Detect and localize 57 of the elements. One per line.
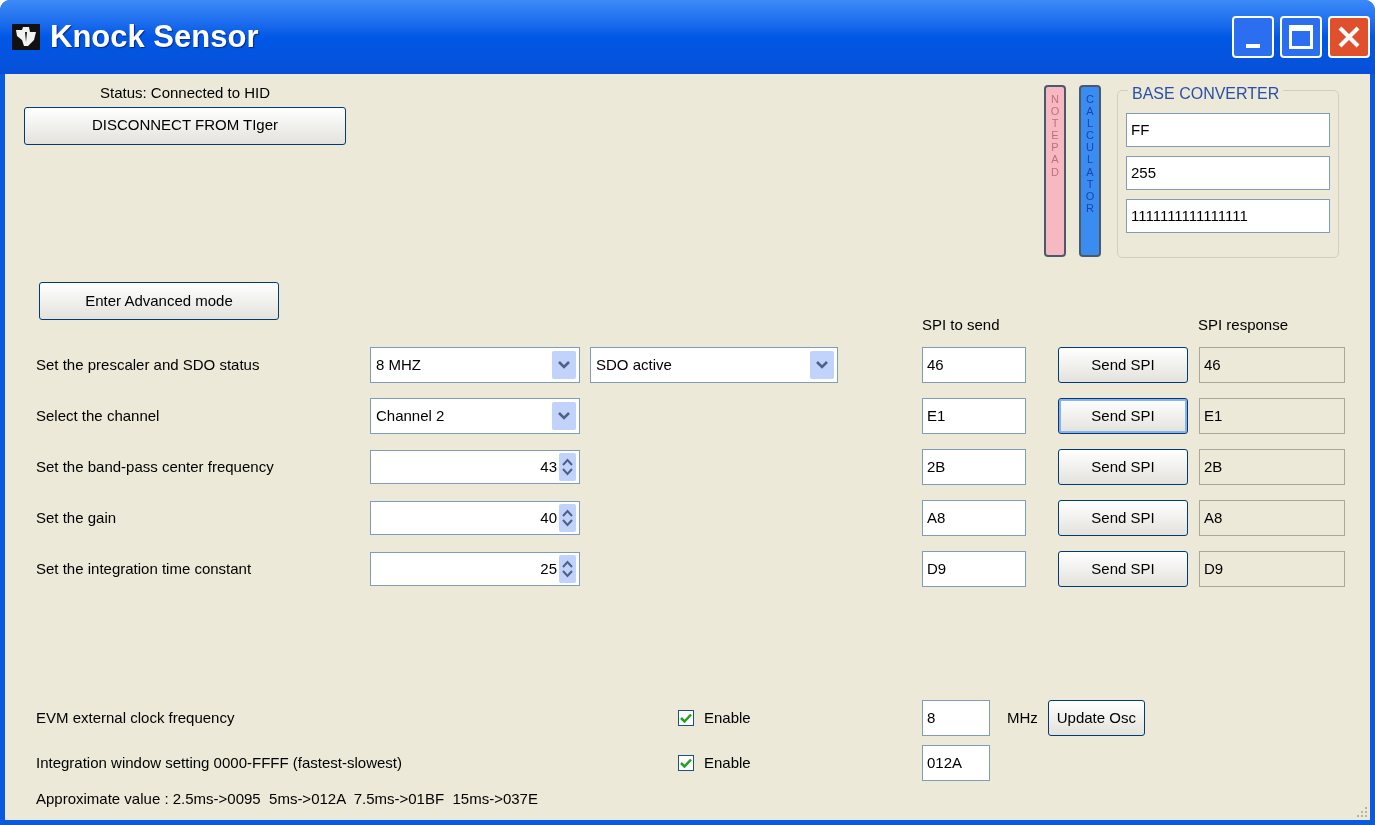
window-title: Knock Sensor — [50, 17, 259, 56]
checkbox-icon[interactable] — [678, 755, 694, 771]
row-label: Set the prescaler and SDO status — [36, 354, 261, 375]
text-field[interactable]: FF — [1126, 113, 1330, 147]
minimize-button[interactable] — [1232, 16, 1274, 58]
text-field[interactable]: 1111111111111111 — [1126, 199, 1330, 233]
row-label: Set the band-pass center frequency — [36, 456, 275, 477]
checkbox-icon[interactable] — [678, 710, 694, 726]
send-spi-button[interactable]: Send SPI — [1058, 449, 1188, 485]
disconnect-button[interactable]: DISCONNECT FROM TIger — [24, 106, 346, 145]
unit-label: MHz — [1007, 707, 1038, 728]
value-field[interactable]: 012A — [922, 745, 990, 781]
send-spi-button[interactable]: Send SPI — [1058, 398, 1188, 434]
spi-response-field: 46 — [1199, 347, 1345, 383]
hint-text: Approximate value : 2.5ms->0095 5ms->012A 7.5ms->01BF 15ms->037E — [36, 788, 539, 809]
app-logo-icon — [12, 24, 40, 50]
number-spinner[interactable]: 40 — [370, 501, 580, 535]
number-spinner[interactable]: 43 — [370, 450, 580, 484]
enable-checkbox[interactable]: Enable — [678, 751, 922, 775]
spi-response-field: A8 — [1199, 500, 1345, 536]
column-header: SPI response — [1198, 314, 1289, 335]
send-spi-button[interactable]: Send SPI — [1058, 551, 1188, 587]
row-label: Select the channel — [36, 405, 161, 426]
close-button[interactable] — [1328, 16, 1370, 58]
setting-label: EVM external clock frequency — [36, 707, 236, 728]
number-spinner[interactable]: 25 — [370, 552, 580, 586]
spi-send-field[interactable]: A8 — [922, 500, 1026, 536]
resize-grip-icon — [1356, 806, 1368, 818]
column-header: SPI to send — [922, 314, 1001, 335]
spi-send-field[interactable]: 2B — [922, 449, 1026, 485]
minimize-icon — [1246, 44, 1260, 48]
maximize-icon — [1289, 25, 1313, 49]
row-label: Set the gain — [36, 507, 118, 528]
spinner-arrows-icon[interactable] — [559, 555, 576, 583]
status-text: Status: Connected to HID — [99, 83, 271, 103]
setting-label: Integration window setting 0000-FFFF (fastest-slowest) — [36, 752, 403, 773]
text-field[interactable]: 255 — [1126, 156, 1330, 190]
advanced-mode-button[interactable]: Enter Advanced mode — [39, 282, 279, 320]
spi-send-field[interactable]: D9 — [922, 551, 1026, 587]
close-icon — [1337, 25, 1361, 49]
spi-response-field: E1 — [1199, 398, 1345, 434]
dropdown[interactable]: 8 MHZ — [370, 347, 580, 383]
spi-response-field: D9 — [1199, 551, 1345, 587]
spi-send-field[interactable]: E1 — [922, 398, 1026, 434]
value-field[interactable]: 8 — [922, 700, 990, 736]
send-spi-button[interactable]: Send SPI — [1058, 347, 1188, 383]
spinner-arrows-icon[interactable] — [559, 504, 576, 532]
update-osc-button[interactable]: Update Osc — [1047, 700, 1145, 736]
dropdown[interactable]: SDO active — [590, 347, 838, 383]
spinner-arrows-icon[interactable] — [559, 453, 576, 481]
enable-checkbox[interactable]: Enable — [678, 706, 922, 730]
row-label: Set the integration time constant — [36, 558, 253, 579]
maximize-button[interactable] — [1280, 16, 1322, 58]
send-spi-button[interactable]: Send SPI — [1058, 500, 1188, 536]
spi-response-field: 2B — [1199, 449, 1345, 485]
spi-send-field[interactable]: 46 — [922, 347, 1026, 383]
dropdown[interactable]: Channel 2 — [370, 398, 580, 434]
